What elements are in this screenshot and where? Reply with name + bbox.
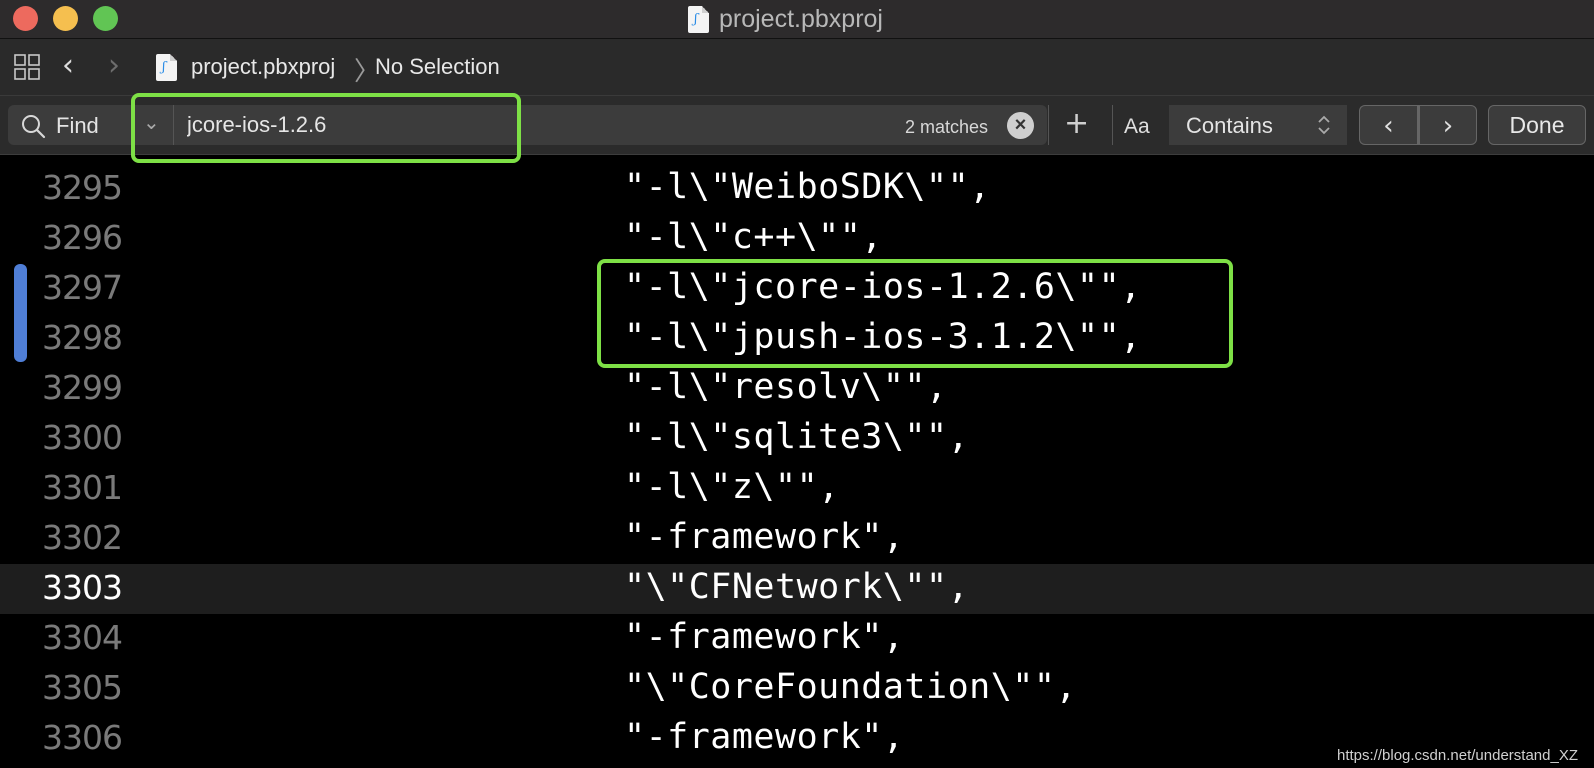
zoom-window-button[interactable] [93,6,118,31]
current-code-line[interactable]: 3303 "\"CFNetwork\"", [0,564,1594,614]
match-annotation-box [597,259,1233,368]
watermark: https://blog.csdn.net/understand_XZ [1337,747,1578,764]
code-line[interactable]: 3300 "-l\"sqlite3\"", [0,414,1594,464]
jump-bar: ‹ › ʃ project.pbxproj 〉 No Selection [0,39,1594,96]
done-button[interactable]: Done [1488,105,1586,145]
related-items-grid-icon[interactable] [14,54,40,80]
code-line[interactable]: 3301 "-l\"z\"", [0,464,1594,514]
line-number: 3305 [42,668,123,707]
code-text[interactable]: "-l\"resolv\"", [624,367,948,407]
find-mode-button[interactable]: Find [8,105,132,145]
line-number: 3304 [42,618,123,657]
add-pattern-icon[interactable]: + [1064,106,1089,142]
source-editor[interactable]: 3295 "-l\"WeiboSDK\"", 3296 "-l\"c++\"",… [0,155,1594,768]
search-annotation-box [131,93,521,163]
pbxproj-file-icon: ʃ [688,5,709,33]
line-number: 3303 [42,568,123,607]
line-number: 3301 [42,468,123,507]
code-text[interactable]: "-l\"z\"", [624,467,840,507]
close-window-button[interactable] [13,6,38,31]
code-line[interactable]: 3305 "\"CoreFoundation\"", [0,664,1594,714]
next-match-button[interactable]: › [1419,105,1477,145]
breadcrumb-file-icon: ʃ [156,54,177,81]
code-text[interactable]: "\"CoreFoundation\"", [624,667,1077,707]
code-text[interactable]: "\"CFNetwork\"", [624,567,969,607]
code-text[interactable]: "-l\"c++\"", [624,217,883,257]
chevron-right-icon[interactable]: › [108,51,120,81]
previous-match-button[interactable]: ‹ [1359,105,1417,145]
match-type-label: Contains [1186,113,1273,138]
line-number: 3295 [42,168,123,207]
breadcrumb-file[interactable]: project.pbxproj [191,54,335,80]
code-line[interactable]: 3296 "-l\"c++\"", [0,214,1594,264]
window-title: project.pbxproj [719,4,883,33]
match-count: 2 matches [905,117,989,137]
up-down-chevron-icon [1318,115,1330,135]
ignore-case-toggle[interactable]: Aa [1124,115,1150,139]
title-bar: ʃ project.pbxproj [0,0,1594,39]
line-number: 3306 [42,718,123,757]
line-number: 3296 [42,218,123,257]
minimize-window-button[interactable] [53,6,78,31]
search-icon [22,115,46,139]
code-line[interactable]: 3299 "-l\"resolv\"", [0,364,1594,414]
code-text[interactable]: "-l\"sqlite3\"", [624,417,969,457]
line-number: 3302 [42,518,123,557]
toolbar-divider [1112,105,1113,145]
toolbar-divider [1048,105,1049,145]
line-number: 3298 [42,318,123,357]
breadcrumb-selection[interactable]: No Selection [375,54,500,80]
clear-search-icon[interactable]: × [1007,112,1034,139]
code-text[interactable]: "-l\"WeiboSDK\"", [624,167,991,207]
line-number: 3297 [42,268,123,307]
code-line[interactable]: 3304 "-framework", [0,614,1594,664]
match-type-select[interactable]: Contains [1169,105,1347,145]
code-text[interactable]: "-framework", [624,617,904,657]
code-line[interactable]: 3295 "-l\"WeiboSDK\"", [0,164,1594,214]
change-gutter-marker[interactable] [14,264,27,362]
code-text[interactable]: "-framework", [624,517,904,557]
code-line[interactable]: 3302 "-framework", [0,514,1594,564]
window-title-group: ʃ project.pbxproj [688,4,883,34]
code-text[interactable]: "-framework", [624,717,904,757]
line-number: 3300 [42,418,123,457]
chevron-left-icon[interactable]: ‹ [62,51,74,81]
find-mode-label: Find [56,113,99,138]
line-number: 3299 [42,368,123,407]
